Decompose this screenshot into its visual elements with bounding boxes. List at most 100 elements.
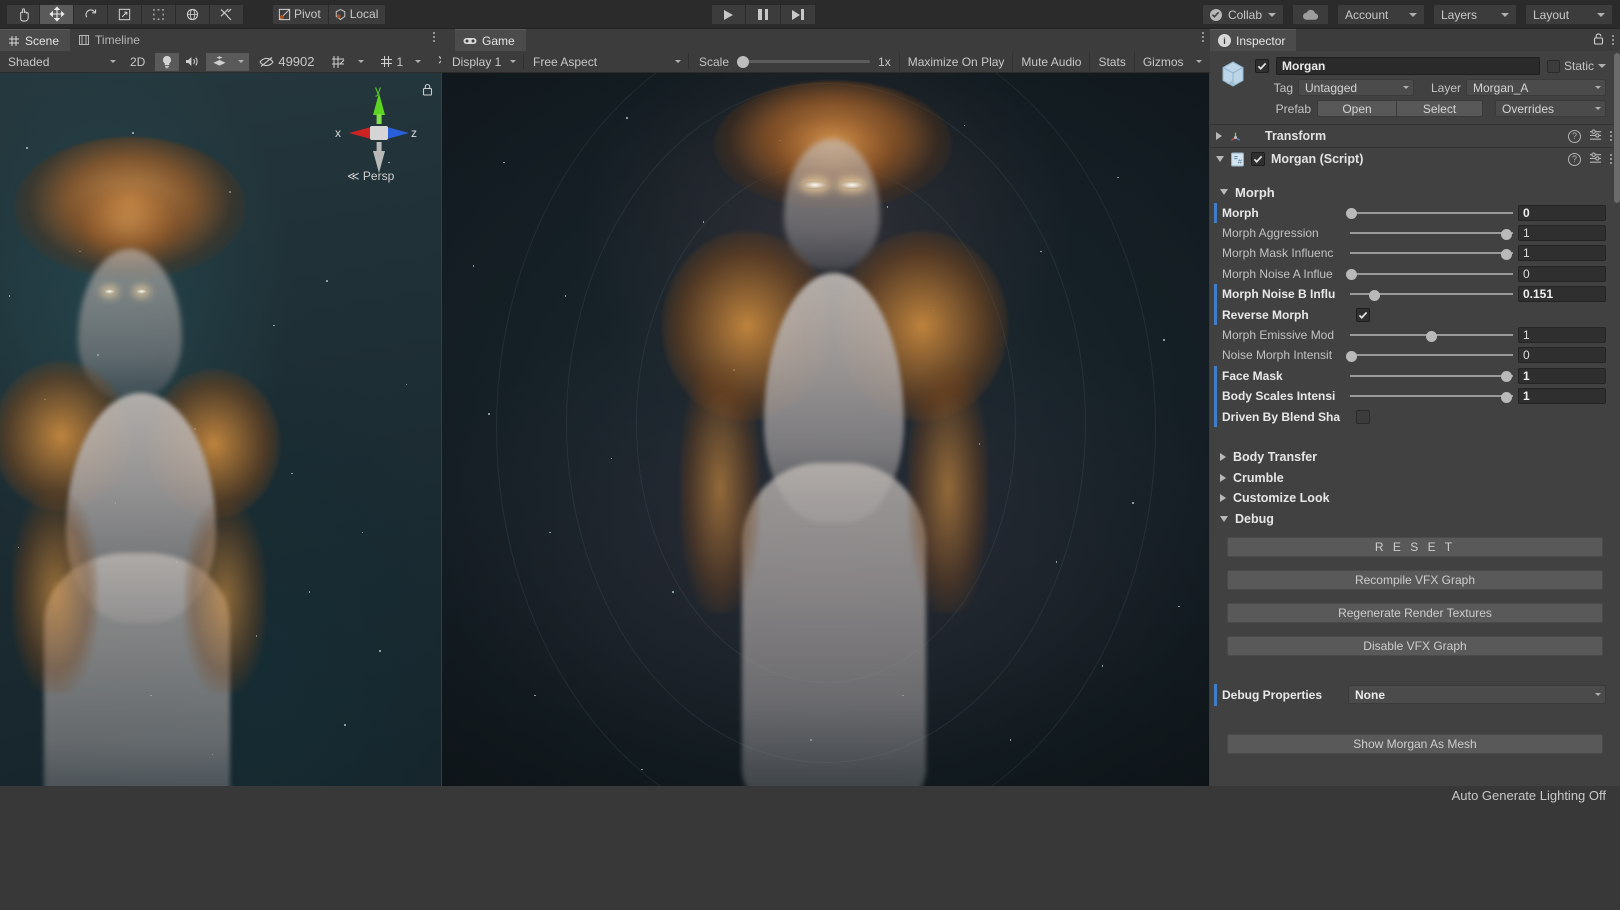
game-viewport[interactable] <box>442 73 1209 813</box>
slider-track[interactable] <box>1350 375 1513 377</box>
grid-snap-button[interactable] <box>325 53 352 71</box>
pivot-toggle-button[interactable]: Pivot <box>272 4 329 25</box>
scene-view-gizmo[interactable]: x y z ≪ Persp <box>333 85 425 195</box>
regenerate-render-textures-button[interactable]: Regenerate Render Textures <box>1227 603 1603 623</box>
scene-audio-toggle[interactable] <box>179 53 206 71</box>
scale-slider-track[interactable] <box>737 60 870 63</box>
property-value-field[interactable]: 1 <box>1518 245 1606 261</box>
aspect-dropdown[interactable]: Free Aspect <box>526 53 686 71</box>
help-icon[interactable]: ? <box>1568 130 1581 143</box>
draw-mode-dropdown[interactable]: Shaded <box>2 53 120 71</box>
static-checkbox[interactable] <box>1547 60 1560 73</box>
gameobject-enabled-checkbox[interactable] <box>1255 59 1269 73</box>
layers-button[interactable]: Layers <box>1433 4 1517 25</box>
slider-knob[interactable] <box>1501 392 1512 403</box>
morgan-script-enabled-checkbox[interactable] <box>1251 152 1265 166</box>
gizmos-button[interactable]: Gizmos <box>1134 51 1210 73</box>
inspector-lock-button[interactable] <box>1593 32 1604 48</box>
slider-knob[interactable] <box>1501 371 1512 382</box>
property-slider[interactable] <box>1350 243 1513 263</box>
static-toggle[interactable]: Static <box>1547 59 1606 73</box>
tag-dropdown[interactable]: Untagged <box>1298 79 1414 96</box>
help-icon[interactable]: ? <box>1568 153 1581 166</box>
disable-vfx-graph-button[interactable]: Disable VFX Graph <box>1227 636 1603 656</box>
property-value-field[interactable]: 0 <box>1518 347 1606 363</box>
grid-layer-button[interactable]: 1 <box>374 53 410 71</box>
grid-layer-dropdown[interactable] <box>409 53 427 71</box>
2d-toggle-button[interactable]: 2D <box>124 53 151 71</box>
maximize-on-play-button[interactable]: Maximize On Play <box>899 51 1013 73</box>
component-menu-button[interactable] <box>1610 131 1612 141</box>
slider-knob[interactable] <box>1346 269 1357 280</box>
property-slider[interactable] <box>1350 325 1513 345</box>
local-toggle-button[interactable]: Local <box>329 4 387 25</box>
property-slider[interactable] <box>1350 386 1513 406</box>
scene-viewport[interactable]: x y z ≪ Persp <box>0 73 441 813</box>
prefab-open-button[interactable]: Open <box>1317 100 1397 117</box>
property-slider[interactable] <box>1350 203 1513 223</box>
chevron-right-icon[interactable] <box>1216 132 1222 140</box>
section-morph-header[interactable]: Morph <box>1210 182 1620 203</box>
property-slider[interactable] <box>1350 366 1513 386</box>
hand-tool-button[interactable] <box>6 4 40 25</box>
chevron-right-icon[interactable] <box>1220 474 1226 482</box>
property-checkbox[interactable] <box>1356 410 1370 424</box>
transform-tool-button[interactable] <box>176 4 210 25</box>
rect-transform-tool-button[interactable] <box>142 4 176 25</box>
inspector-menu-button[interactable] <box>1612 35 1614 45</box>
preset-icon[interactable] <box>1589 151 1602 167</box>
play-button[interactable] <box>711 4 746 25</box>
display-dropdown[interactable]: Display 1 <box>445 53 521 71</box>
scene-lighting-toggle[interactable] <box>155 53 179 71</box>
custom-tool-button[interactable] <box>210 4 244 25</box>
move-tool-button[interactable] <box>40 4 74 25</box>
scale-slider-group[interactable]: Scale 1x <box>691 55 899 69</box>
property-value-field[interactable]: 0 <box>1518 266 1606 282</box>
foldout-crumble[interactable]: Crumble <box>1210 467 1620 488</box>
slider-track[interactable] <box>1350 395 1513 397</box>
scale-tool-button[interactable] <box>108 4 142 25</box>
collab-button[interactable]: Collab <box>1202 4 1284 25</box>
cloud-button[interactable] <box>1292 4 1329 25</box>
slider-track[interactable] <box>1350 252 1513 254</box>
layer-dropdown[interactable]: Morgan_A <box>1466 79 1606 96</box>
scale-slider-knob[interactable] <box>737 56 749 68</box>
chevron-down-icon[interactable] <box>1216 156 1224 162</box>
component-menu-button[interactable] <box>1610 154 1612 164</box>
chevron-down-icon[interactable] <box>1220 516 1228 522</box>
slider-track[interactable] <box>1350 232 1513 234</box>
recompile-vfx-graph-button[interactable]: Recompile VFX Graph <box>1227 570 1603 590</box>
property-slider[interactable] <box>1350 223 1513 243</box>
scene-fx-dropdown[interactable] <box>233 53 249 71</box>
preset-icon[interactable] <box>1589 128 1602 144</box>
foldout-body-transfer[interactable]: Body Transfer <box>1210 447 1620 468</box>
foldout-debug[interactable]: Debug <box>1210 508 1620 529</box>
component-transform[interactable]: Transform ? <box>1210 124 1620 147</box>
rotate-tool-button[interactable] <box>74 4 108 25</box>
slider-knob[interactable] <box>1501 229 1512 240</box>
slider-knob[interactable] <box>1369 290 1380 301</box>
show-morgan-as-mesh-button[interactable]: Show Morgan As Mesh <box>1227 734 1603 754</box>
tab-game[interactable]: Game <box>455 29 526 51</box>
gizmo-lock-icon[interactable] <box>422 83 433 99</box>
slider-track[interactable] <box>1350 354 1513 356</box>
pause-button[interactable] <box>746 4 781 25</box>
property-slider[interactable] <box>1350 264 1513 284</box>
inspector-scrollbar[interactable] <box>1614 53 1620 203</box>
scene-fx-toggle[interactable] <box>206 53 233 71</box>
slider-knob[interactable] <box>1346 208 1357 219</box>
gizmo-projection-label[interactable]: ≪ Persp <box>347 169 394 199</box>
hidden-objects-button[interactable]: 49902 <box>253 53 320 71</box>
debug-properties-dropdown[interactable]: None <box>1348 685 1606 704</box>
property-value-field[interactable]: 1 <box>1518 368 1606 384</box>
property-slider[interactable] <box>1350 284 1513 304</box>
slider-knob[interactable] <box>1426 331 1437 342</box>
step-button[interactable] <box>781 4 816 25</box>
slider-track[interactable] <box>1350 273 1513 275</box>
component-morgan-script[interactable]: # Morgan (Script) ? <box>1210 147 1620 170</box>
slider-track[interactable] <box>1350 212 1513 214</box>
layout-button[interactable]: Layout <box>1525 4 1613 25</box>
chevron-down-icon[interactable] <box>1220 189 1228 195</box>
chevron-right-icon[interactable] <box>1220 453 1226 461</box>
gameobject-name-field[interactable]: Morgan <box>1276 57 1540 75</box>
